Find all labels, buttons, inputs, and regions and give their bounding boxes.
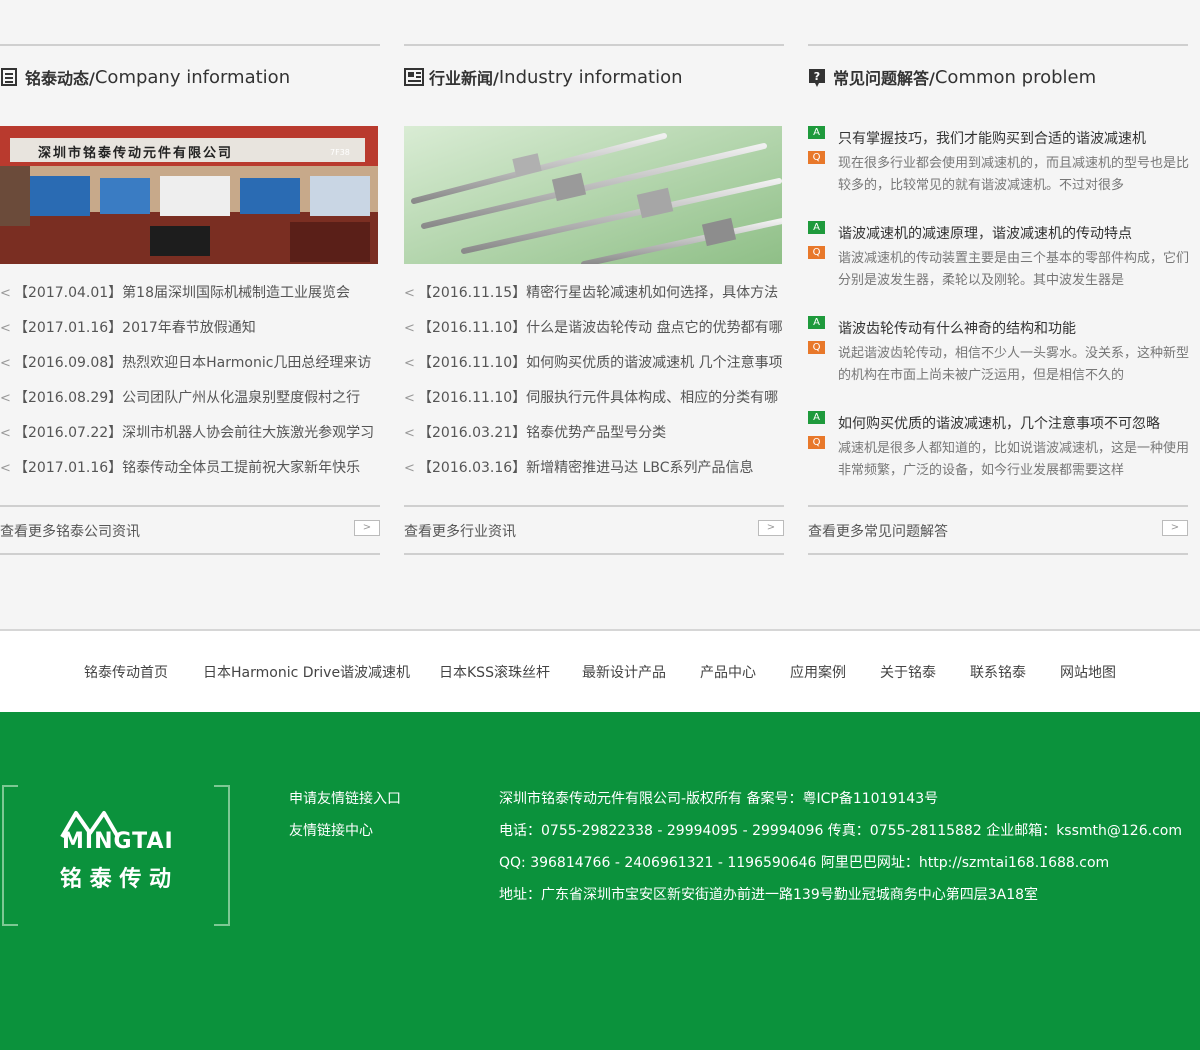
footer-nav-new-designs[interactable]: 最新设计产品 (582, 662, 666, 682)
news-item[interactable]: < 【2017.04.01】第18届深圳国际机械制造工业展览会 (0, 276, 380, 311)
chevron-right-icon[interactable]: > (1162, 520, 1188, 536)
footer-nav-kss[interactable]: 日本KSS滚珠丝杆 (439, 662, 550, 682)
news-item[interactable]: < 【2016.11.10】如何购买优质的谐波减速机 几个注意事项 (404, 346, 784, 381)
chevron-left-icon: < (404, 321, 415, 336)
faq-answer: 现在很多行业都会使用到减速机的，而且减速机的型号也是比较多的，比较常见的就有谐波… (838, 156, 1190, 193)
footer-qq: QQ: 396814766 - 2406961321 - 1196590646 … (499, 855, 1110, 871)
section-title: ? 常见问题解答/ Common problem (808, 64, 1096, 90)
section-top-rule (404, 44, 784, 46)
news-item[interactable]: < 【2016.08.29】公司团队广州从化温泉别墅度假村之行 (0, 381, 380, 416)
faq-question[interactable]: 只有掌握技巧，我们才能购买到合适的谐波减速机 (838, 128, 1146, 148)
footer-copyright: 深圳市铭泰传动元件有限公司-版权所有 备案号：粤ICP备11019143号 (499, 791, 939, 807)
chevron-left-icon: < (404, 461, 415, 476)
news-item[interactable]: < 【2017.01.16】铭泰传动全体员工提前祝大家新年快乐 (0, 451, 380, 486)
booth-sign-text: 深圳市铭泰传动元件有限公司 (38, 146, 234, 161)
footer-nav: 铭泰传动首页 日本Harmonic Drive谐波减速机 日本KSS滚珠丝杆 最… (0, 629, 1200, 713)
chevron-right-icon[interactable]: > (758, 520, 784, 536)
answer-badge: A (808, 411, 825, 424)
question-badge: Q (808, 436, 825, 449)
news-item[interactable]: < 【2016.11.10】伺服执行元件具体构成、相应的分类有哪 (404, 381, 784, 416)
footer-phone: 电话：0755-29822338 - 29994095 - 29994096 传… (499, 823, 1182, 839)
ball-screw-photo[interactable] (404, 126, 782, 264)
chevron-left-icon: < (0, 391, 11, 406)
question-badge: Q (808, 151, 825, 164)
industry-news-section: 行业新闻/ Industry information < 【2016.11.15… (404, 44, 784, 555)
friend-link-apply[interactable]: 申请友情链接入口 (289, 788, 401, 808)
company-news-section: 铭泰动态/ Company information 深圳市铭泰传动元件有限公司 … (0, 44, 380, 555)
site-footer: MINGTAI 铭 泰 传 动 申请友情链接入口 友情链接中心 深圳市铭泰传动元… (0, 712, 1200, 1050)
faq-question[interactable]: 如何购买优质的谐波减速机，几个注意事项不可忽略 (838, 413, 1160, 433)
question-badge: Q (808, 246, 825, 259)
more-company-news-link[interactable]: 查看更多铭泰公司资讯 > (0, 505, 380, 555)
friend-link-center[interactable]: 友情链接中心 (289, 820, 373, 840)
chevron-left-icon: < (0, 321, 11, 336)
chevron-left-icon: < (0, 461, 11, 476)
chevron-left-icon: < (404, 391, 415, 406)
faq-question[interactable]: 谐波减速机的减速原理，谐波减速机的传动特点 (838, 223, 1132, 243)
chevron-left-icon: < (0, 356, 11, 371)
section-top-rule (808, 44, 1188, 46)
footer-nav-home[interactable]: 铭泰传动首页 (84, 662, 168, 682)
question-icon: ? (808, 68, 826, 87)
faq-answer: 谐波减速机的传动装置主要是由三个基本的零部件构成，它们分别是波发生器，柔轮以及刚… (838, 251, 1190, 288)
faq-answer: 说起谐波齿轮传动，相信不少人一头雾水。没关系，这种新型的机构在市面上尚未被广泛运… (838, 346, 1190, 383)
footer-nav-cases[interactable]: 应用案例 (790, 662, 846, 682)
section-title: 行业新闻/ Industry information (404, 64, 683, 90)
footer-nav-about[interactable]: 关于铭泰 (880, 662, 936, 682)
faq-item[interactable]: A 只有掌握技巧，我们才能购买到合适的谐波减速机 Q 现在很多行业都会使用到减速… (808, 126, 1189, 193)
news-item[interactable]: < 【2016.09.08】热烈欢迎日本Harmonic几田总经理来访 (0, 346, 380, 381)
more-faq-link[interactable]: 查看更多常见问题解答 > (808, 505, 1188, 555)
answer-badge: A (808, 126, 825, 139)
chevron-left-icon: < (404, 286, 415, 301)
news-item[interactable]: < 【2016.11.10】什么是谐波齿轮传动 盘点它的优势都有哪 (404, 311, 784, 346)
chevron-right-icon[interactable]: > (354, 520, 380, 536)
footer-address: 地址：广东省深圳市宝安区新安街道办前进一路139号勤业冠城商务中心第四层3A18… (499, 887, 1039, 903)
news-item[interactable]: < 【2016.03.16】新增精密推进马达 LBC系列产品信息 (404, 451, 784, 486)
footer-nav-sitemap[interactable]: 网站地图 (1060, 662, 1116, 682)
news-item[interactable]: < 【2016.11.15】精密行星齿轮减速机如何选择，具体方法 (404, 276, 784, 311)
more-industry-news-link[interactable]: 查看更多行业资讯 > (404, 505, 784, 555)
faq-question[interactable]: 谐波齿轮传动有什么神奇的结构和功能 (838, 318, 1076, 338)
question-badge: Q (808, 341, 825, 354)
chevron-left-icon: < (404, 426, 415, 441)
booth-number: 7F38 (330, 148, 350, 157)
chevron-left-icon: < (0, 426, 11, 441)
company-booth-photo[interactable]: 深圳市铭泰传动元件有限公司 7F38 (0, 126, 378, 264)
answer-badge: A (808, 316, 825, 329)
logo-bracket-right (214, 785, 230, 926)
section-title: 铭泰动态/ Company information (0, 64, 290, 90)
faq-item[interactable]: A 谐波齿轮传动有什么神奇的结构和功能 Q 说起谐波齿轮传动，相信不少人一头雾水… (808, 316, 1189, 383)
footer-nav-contact[interactable]: 联系铭泰 (970, 662, 1026, 682)
logo-english: MINGTAI (62, 829, 174, 854)
news-item[interactable]: < 【2016.07.22】深圳市机器人协会前往大族激光参观学习 (0, 416, 380, 451)
section-top-rule (0, 44, 380, 46)
company-news-list: < 【2017.04.01】第18届深圳国际机械制造工业展览会 < 【2017.01… (0, 276, 380, 486)
footer-logo[interactable]: MINGTAI 铭 泰 传 动 (2, 785, 230, 926)
faq-item[interactable]: A 如何购买优质的谐波减速机，几个注意事项不可忽略 Q 减速机是很多人都知道的，… (808, 411, 1189, 478)
industry-news-list: < 【2016.11.15】精密行星齿轮减速机如何选择，具体方法 < 【2016.1… (404, 276, 784, 486)
faq-answer: 减速机是很多人都知道的，比如说谐波减速机，这是一种使用非常频繁，广泛的设备，如今… (838, 441, 1190, 478)
logo-bracket-left (2, 785, 18, 926)
chevron-left-icon: < (0, 286, 11, 301)
answer-badge: A (808, 221, 825, 234)
logo-chinese: 铭 泰 传 动 (60, 867, 171, 892)
faq-item[interactable]: A 谐波减速机的减速原理，谐波减速机的传动特点 Q 谐波减速机的传动装置主要是由… (808, 221, 1189, 288)
news-item[interactable]: < 【2017.01.16】2017年春节放假通知 (0, 311, 380, 346)
document-list-icon (0, 68, 18, 86)
footer-nav-products[interactable]: 产品中心 (700, 662, 756, 682)
newspaper-icon (404, 68, 424, 86)
footer-nav-harmonic[interactable]: 日本Harmonic Drive谐波减速机 (203, 662, 410, 682)
news-item[interactable]: < 【2016.03.21】铭泰优势产品型号分类 (404, 416, 784, 451)
chevron-left-icon: < (404, 356, 415, 371)
faq-section: ? 常见问题解答/ Common problem A 只有掌握技巧，我们才能购买… (808, 44, 1189, 555)
svg-text:?: ? (814, 70, 820, 83)
